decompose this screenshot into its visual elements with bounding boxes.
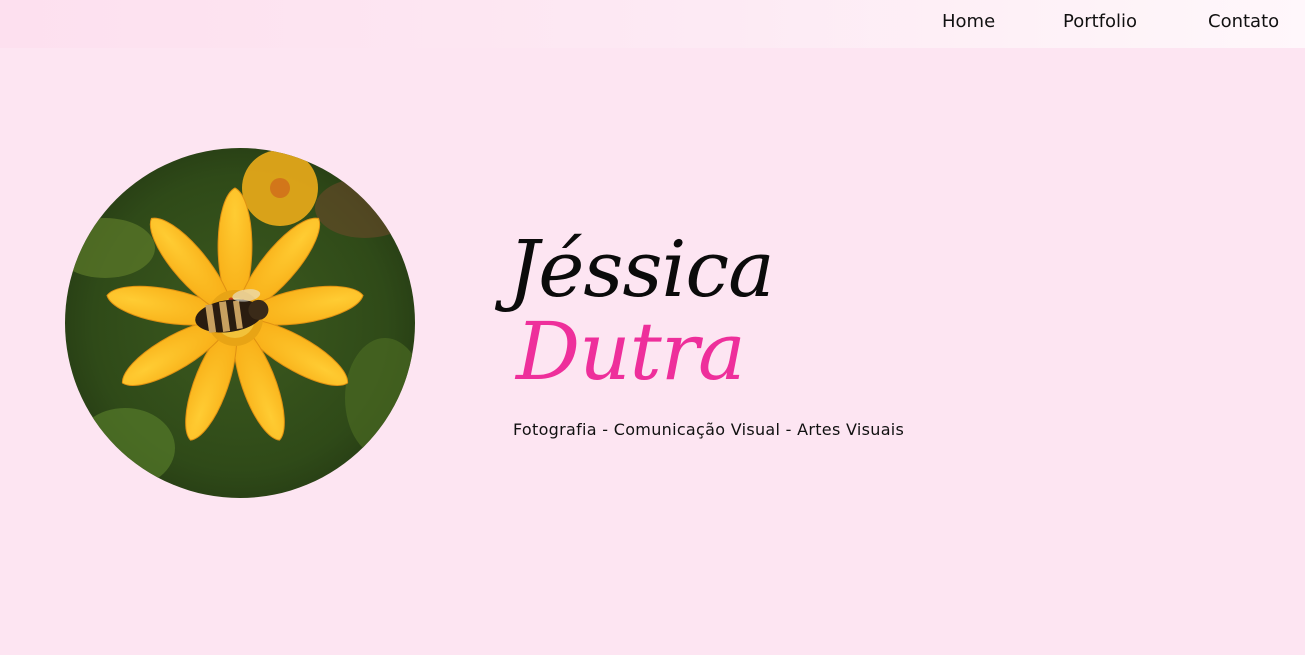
page: Home Portfolio Contato Jéssica Dutra Fot…	[0, 0, 1305, 655]
tagline: Fotografia - Comunicação Visual - Artes …	[513, 420, 905, 439]
flower-bee-photo-icon	[65, 148, 415, 498]
nav-link-contato[interactable]: Contato	[1208, 11, 1279, 32]
last-name: Dutra	[516, 305, 746, 398]
nav-link-home[interactable]: Home	[942, 11, 995, 32]
top-navbar: Home Portfolio Contato	[0, 0, 1305, 48]
nav-link-portfolio[interactable]: Portfolio	[1063, 11, 1137, 32]
profile-photo	[65, 148, 415, 498]
